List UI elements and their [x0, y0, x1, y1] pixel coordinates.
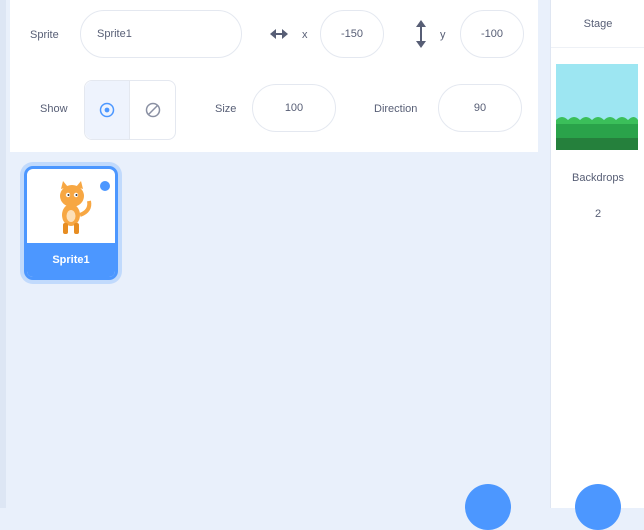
size-value: 100 [284, 102, 304, 114]
direction-value: 90 [473, 102, 487, 114]
direction-label: Direction [374, 103, 418, 115]
sprite-tile[interactable]: Sprite1 [24, 166, 118, 280]
stage-panel: Stage Backdrops 2 [550, 0, 644, 530]
sprite-tile-label: Sprite1 [27, 243, 115, 277]
x-position-input[interactable]: -150 [320, 10, 384, 58]
choose-sprite-button[interactable] [465, 484, 511, 530]
show-visible-button[interactable] [85, 81, 131, 139]
y-label: y [440, 29, 446, 41]
backdrops-label: Backdrops [572, 172, 624, 184]
show-toggle-group [84, 80, 176, 140]
y-value: -100 [480, 28, 504, 40]
size-input[interactable]: 100 [252, 84, 336, 132]
x-value: -150 [340, 28, 364, 40]
eye-slash-icon [145, 102, 161, 118]
backdrops-count: 2 [594, 208, 602, 220]
cat-sprite-icon [49, 181, 95, 237]
stage-thumbnail[interactable] [556, 64, 638, 150]
eye-icon [99, 102, 115, 118]
delete-badge-icon[interactable] [98, 179, 112, 193]
x-label: x [302, 29, 308, 41]
show-label: Show [40, 103, 68, 115]
pane-divider [538, 0, 550, 508]
stage-header: Stage [551, 0, 644, 48]
sprite-name-value: Sprite1 [97, 28, 132, 40]
direction-input[interactable]: 90 [438, 84, 522, 132]
sprite-name-input[interactable]: Sprite1 [80, 10, 242, 58]
horizontal-arrows-icon [270, 28, 288, 40]
choose-backdrop-button[interactable] [575, 484, 621, 530]
y-position-input[interactable]: -100 [460, 10, 524, 58]
vertical-arrows-icon [415, 20, 427, 48]
show-hidden-button[interactable] [130, 81, 175, 139]
size-label: Size [215, 103, 237, 115]
sprite-label: Sprite [30, 29, 59, 41]
sprite-info-panel: Sprite Sprite1 x -150 y -100 Show Size 1… [10, 0, 538, 152]
